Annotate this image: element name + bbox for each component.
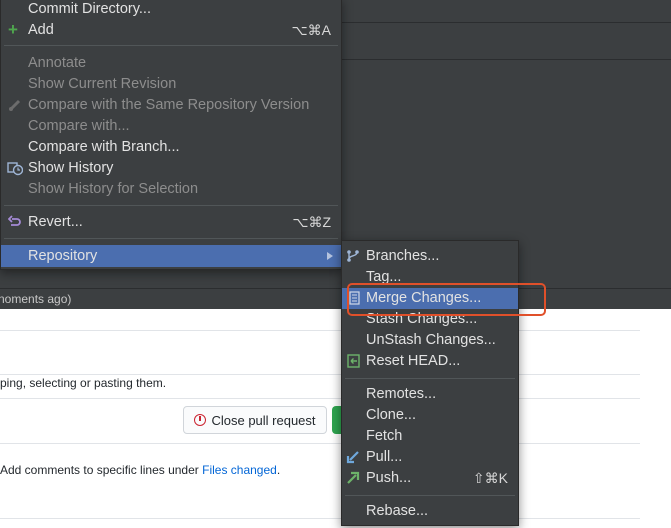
menu-item-reset-head[interactable]: Reset HEAD... bbox=[342, 351, 518, 372]
plus-icon: + bbox=[8, 20, 18, 39]
comment-help-suffix: . bbox=[276, 463, 281, 477]
menu-item-label: Clone... bbox=[366, 407, 416, 423]
git-context-menu: Commit Directory... + Add ⌥⌘A Annotate S… bbox=[0, 0, 342, 270]
menu-item-label: Rebase... bbox=[366, 503, 429, 519]
menu-item-label: Commit Directory... bbox=[28, 1, 151, 17]
close-pull-request-button[interactable]: Close pull request bbox=[183, 406, 327, 434]
menu-item-remotes[interactable]: Remotes... bbox=[342, 384, 518, 405]
menu-item-label: Reset HEAD... bbox=[366, 353, 461, 369]
files-changed-link[interactable]: Files changed bbox=[202, 463, 277, 477]
menu-item-annotate[interactable]: Annotate bbox=[1, 53, 341, 74]
menu-item-label: Show History bbox=[28, 160, 114, 176]
divider bbox=[0, 374, 640, 375]
menu-item-compare-with-branch[interactable]: Compare with Branch... bbox=[1, 137, 341, 158]
menu-item-commit-directory[interactable]: Commit Directory... bbox=[1, 0, 341, 20]
menu-separator bbox=[4, 205, 338, 206]
menu-item-pull[interactable]: Pull... bbox=[342, 447, 518, 468]
menu-item-show-current-revision[interactable]: Show Current Revision bbox=[1, 74, 341, 95]
menu-item-label: Compare with the Same Repository Version bbox=[28, 97, 310, 113]
menu-item-label: Pull... bbox=[366, 449, 403, 465]
menu-item-repository[interactable]: Repository bbox=[1, 245, 341, 267]
branch-icon bbox=[346, 249, 360, 263]
menu-item-label: Add bbox=[28, 22, 54, 38]
menu-item-branches[interactable]: Branches... bbox=[342, 246, 518, 267]
diff-icon bbox=[8, 98, 22, 112]
menu-item-unstash-changes[interactable]: UnStash Changes... bbox=[342, 330, 518, 351]
menu-item-show-history-selection[interactable]: Show History for Selection bbox=[1, 179, 341, 200]
menu-separator bbox=[4, 238, 338, 239]
status-text: noments ago) bbox=[0, 292, 72, 306]
menu-item-label: Revert... bbox=[28, 214, 83, 230]
divider bbox=[0, 330, 640, 331]
menu-item-revert[interactable]: Revert... ⌥⌘Z bbox=[1, 212, 341, 233]
menu-separator bbox=[4, 45, 338, 46]
divider bbox=[0, 398, 640, 399]
menu-separator bbox=[345, 378, 515, 379]
reset-icon bbox=[347, 354, 361, 368]
menu-item-label: Show Current Revision bbox=[28, 76, 177, 92]
pull-icon bbox=[346, 450, 360, 464]
menu-item-label: Branches... bbox=[366, 248, 440, 264]
menu-item-clone[interactable]: Clone... bbox=[342, 405, 518, 426]
menu-item-label: Push... bbox=[366, 470, 412, 486]
close-pull-request-label: Close pull request bbox=[211, 412, 316, 428]
menu-item-label: Compare with... bbox=[28, 118, 130, 134]
comment-help: Add comments to specific lines under Fil… bbox=[0, 463, 280, 477]
menu-item-rebase[interactable]: Rebase... bbox=[342, 501, 518, 522]
divider bbox=[0, 518, 640, 519]
menu-item-label: UnStash Changes... bbox=[366, 332, 496, 348]
push-icon bbox=[346, 471, 360, 485]
menu-item-compare-same-repo[interactable]: Compare with the Same Repository Version bbox=[1, 95, 341, 116]
divider bbox=[0, 443, 640, 444]
menu-item-label: Fetch bbox=[366, 428, 403, 444]
revert-icon bbox=[7, 215, 22, 229]
close-circle-icon bbox=[194, 414, 207, 426]
menu-item-label: Repository bbox=[28, 248, 98, 264]
menu-item-label: Show History for Selection bbox=[28, 181, 199, 197]
menu-item-label: Remotes... bbox=[366, 386, 437, 402]
menu-item-push[interactable]: Push... ⇧⌘K bbox=[342, 468, 518, 489]
menu-item-show-history[interactable]: Show History bbox=[1, 158, 341, 179]
menu-item-compare-with[interactable]: Compare with... bbox=[1, 116, 341, 137]
menu-item-fetch[interactable]: Fetch bbox=[342, 426, 518, 447]
menu-item-shortcut: ⌥⌘A bbox=[291, 22, 331, 38]
menu-item-label: Compare with Branch... bbox=[28, 139, 180, 155]
ide-status-bar: noments ago) bbox=[0, 288, 671, 309]
history-icon bbox=[7, 161, 24, 176]
menu-item-add[interactable]: + Add ⌥⌘A bbox=[1, 20, 341, 41]
menu-separator bbox=[345, 495, 515, 496]
callout-highlight bbox=[347, 283, 546, 316]
menu-item-shortcut: ⇧⌘K bbox=[472, 470, 508, 486]
menu-item-shortcut: ⌥⌘Z bbox=[292, 214, 331, 230]
submenu-arrow-icon bbox=[327, 252, 333, 260]
menu-item-label: Annotate bbox=[28, 55, 87, 71]
comment-hint: ping, selecting or pasting them. bbox=[0, 376, 167, 390]
comment-help-text: Add comments to specific lines under bbox=[0, 463, 203, 477]
